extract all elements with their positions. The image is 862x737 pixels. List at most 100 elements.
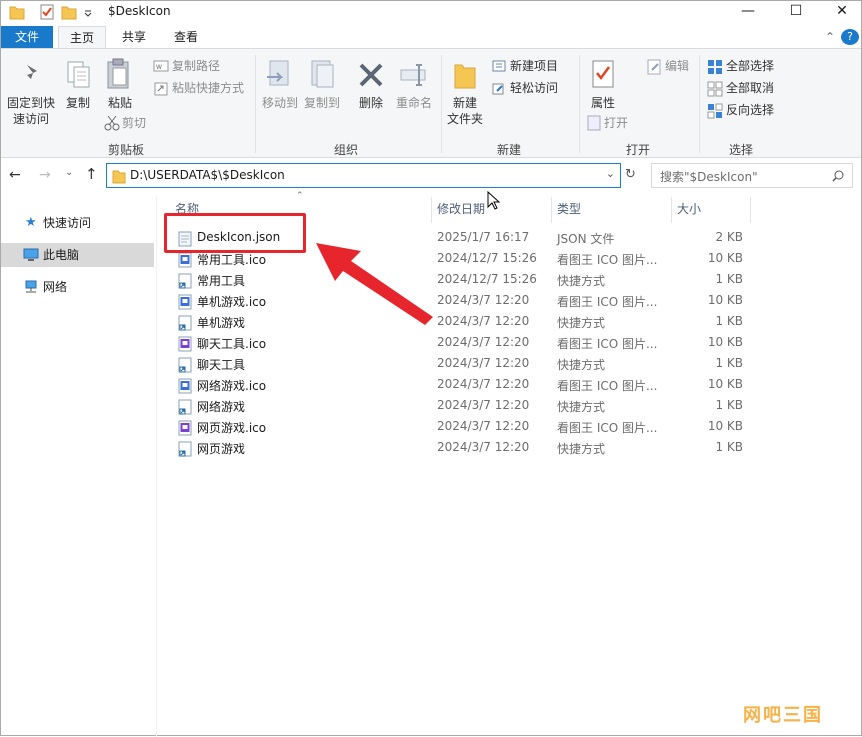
chevron-down-icon[interactable] bbox=[83, 3, 93, 21]
new-folder-icon[interactable] bbox=[61, 3, 77, 21]
copy-to-icon bbox=[311, 60, 334, 88]
new-item-button[interactable]: 新建项目 bbox=[510, 58, 558, 74]
search-input[interactable]: 搜索"$DeskIcon" bbox=[651, 163, 853, 188]
file-row[interactable]: 聊天工具 2024/3/7 12:20 快捷方式 1 KB bbox=[161, 354, 751, 375]
address-dropdown-button[interactable]: ⌄ bbox=[606, 167, 615, 180]
refresh-button[interactable]: ↻ bbox=[625, 167, 636, 182]
file-size: 1 KB bbox=[715, 398, 743, 412]
properties-icon bbox=[592, 60, 614, 88]
tab-view[interactable]: 查看 bbox=[163, 26, 209, 49]
new-group-label: 新建 bbox=[496, 143, 521, 157]
select-all-icon bbox=[708, 60, 722, 74]
organize-group-label: 组织 bbox=[333, 143, 358, 157]
copy-to-button[interactable]: 复制到 bbox=[299, 95, 345, 111]
file-size: 1 KB bbox=[715, 272, 743, 286]
copy-icon bbox=[67, 61, 90, 88]
file-name: 单机游戏.ico bbox=[197, 295, 267, 309]
file-date: 2024/3/7 12:20 bbox=[437, 335, 530, 349]
file-type: 看图王 ICO 图片... bbox=[557, 253, 658, 267]
column-header-size[interactable]: 大小 bbox=[671, 197, 751, 221]
search-placeholder: 搜索"$DeskIcon" bbox=[660, 170, 758, 184]
rename-button[interactable]: 重命名 bbox=[391, 95, 437, 111]
file-date: 2024/3/7 12:20 bbox=[437, 377, 530, 391]
file-row[interactable]: 聊天工具.ico 2024/3/7 12:20 看图王 ICO 图片... 10 KB bbox=[161, 333, 751, 354]
paste-shortcut-button[interactable]: 粘贴快捷方式 bbox=[172, 80, 244, 96]
file-size: 1 KB bbox=[715, 440, 743, 454]
close-button[interactable]: ✕ bbox=[819, 1, 862, 23]
column-divider[interactable] bbox=[750, 197, 751, 223]
paste-button[interactable]: 粘贴 bbox=[103, 95, 137, 111]
file-row[interactable]: 常用工具 2024/12/7 15:26 快捷方式 1 KB bbox=[161, 270, 751, 291]
clipboard-group-label: 剪贴板 bbox=[107, 143, 144, 157]
file-name: 网页游戏 bbox=[197, 442, 246, 456]
properties-icon[interactable] bbox=[39, 3, 55, 21]
up-button[interactable]: ↑ bbox=[85, 165, 98, 183]
file-row[interactable]: 网页游戏.ico 2024/3/7 12:20 看图王 ICO 图片... 10 KB bbox=[161, 417, 751, 438]
file-size: 10 KB bbox=[707, 251, 743, 265]
maximize-button[interactable]: ☐ bbox=[773, 1, 819, 23]
search-icon bbox=[832, 170, 844, 182]
file-size: 10 KB bbox=[707, 293, 743, 307]
new-folder-button[interactable]: 新建 文件夹 bbox=[444, 95, 486, 127]
back-button[interactable]: ← bbox=[9, 167, 21, 183]
copy-button[interactable]: 复制 bbox=[61, 95, 95, 111]
column-header-type[interactable]: 类型 bbox=[551, 197, 671, 221]
cut-button[interactable]: 剪切 bbox=[122, 115, 146, 131]
invert-selection-button[interactable]: 反向选择 bbox=[726, 102, 774, 118]
ribbon-tabs: 文件 主页 共享 查看 ⌃ ? bbox=[1, 25, 861, 49]
file-type: JSON 文件 bbox=[557, 232, 615, 246]
file-name: 网络游戏 bbox=[197, 400, 246, 414]
easy-access-button[interactable]: 轻松访问 bbox=[510, 80, 558, 96]
explorer-window: $DeskIcon — ☐ ✕ 文件 主页 共享 查看 ⌃ ? 固定到快 速访问… bbox=[0, 0, 862, 737]
address-bar[interactable]: D:\USERDATA$\$DeskIcon ⌄ bbox=[106, 163, 621, 188]
collapse-ribbon-button[interactable]: ⌃ bbox=[821, 26, 839, 49]
nav-network[interactable]: 网络 bbox=[1, 275, 154, 299]
recent-locations-button[interactable]: ⌄ bbox=[65, 167, 73, 178]
file-type: 快捷方式 bbox=[557, 442, 606, 456]
shortcut-icon bbox=[178, 357, 192, 373]
file-type: 快捷方式 bbox=[557, 316, 606, 330]
delete-icon bbox=[359, 63, 383, 87]
edit-button[interactable]: 编辑 bbox=[665, 58, 689, 74]
copy-path-button[interactable]: 复制路径 bbox=[172, 58, 220, 74]
minimize-button[interactable]: — bbox=[725, 1, 771, 23]
group-divider bbox=[579, 55, 580, 153]
nav-this-pc[interactable]: 此电脑 bbox=[1, 243, 154, 267]
pin-quick-access-button[interactable]: 固定到快 速访问 bbox=[5, 95, 57, 127]
file-row[interactable]: 网络游戏.ico 2024/3/7 12:20 看图王 ICO 图片... 10 KB bbox=[161, 375, 751, 396]
file-date: 2024/12/7 15:26 bbox=[437, 272, 537, 286]
file-name: 聊天工具 bbox=[197, 358, 246, 372]
delete-button[interactable]: 删除 bbox=[353, 95, 389, 111]
shortcut-icon bbox=[178, 399, 192, 415]
file-type: 快捷方式 bbox=[557, 400, 606, 414]
forward-button[interactable]: → bbox=[39, 167, 51, 183]
file-row[interactable]: 单机游戏.ico 2024/3/7 12:20 看图王 ICO 图片... 10 KB bbox=[161, 291, 751, 312]
ico-file-icon bbox=[178, 378, 192, 394]
file-row[interactable]: 网页游戏 2024/3/7 12:20 快捷方式 1 KB bbox=[161, 438, 751, 459]
move-to-button[interactable]: 移动到 bbox=[257, 95, 303, 111]
help-button[interactable]: ? bbox=[841, 29, 859, 45]
tab-file[interactable]: 文件 bbox=[1, 26, 53, 48]
ico-file-icon bbox=[178, 294, 192, 310]
ribbon: 固定到快 速访问 复制 粘贴 W 复制路径 粘贴快捷方式 剪切 剪贴板 移动到 … bbox=[1, 48, 861, 158]
file-row[interactable]: 网络游戏 2024/3/7 12:20 快捷方式 1 KB bbox=[161, 396, 751, 417]
paste-icon bbox=[107, 58, 129, 89]
title-bar: $DeskIcon — ☐ ✕ bbox=[1, 1, 861, 25]
file-type: 看图王 ICO 图片... bbox=[557, 337, 658, 351]
file-name: 常用工具 bbox=[197, 274, 246, 288]
shortcut-icon bbox=[178, 315, 192, 331]
properties-button[interactable]: 属性 bbox=[585, 95, 621, 111]
file-date: 2024/3/7 12:20 bbox=[437, 398, 530, 412]
select-all-button[interactable]: 全部选择 bbox=[726, 58, 774, 74]
watermark: 网吧三国 bbox=[743, 705, 823, 726]
new-item-icon bbox=[492, 60, 506, 72]
tab-home[interactable]: 主页 bbox=[58, 26, 106, 49]
highlight-box bbox=[164, 213, 306, 253]
nav-quick-access[interactable]: ★ 快速访问 bbox=[1, 211, 154, 235]
tab-share[interactable]: 共享 bbox=[111, 26, 157, 49]
select-none-button[interactable]: 全部取消 bbox=[726, 80, 774, 96]
easy-access-icon bbox=[492, 83, 504, 95]
file-row[interactable]: 单机游戏 2024/3/7 12:20 快捷方式 1 KB bbox=[161, 312, 751, 333]
open-group-label: 打开 bbox=[625, 143, 650, 157]
open-button[interactable]: 打开 bbox=[604, 115, 628, 131]
